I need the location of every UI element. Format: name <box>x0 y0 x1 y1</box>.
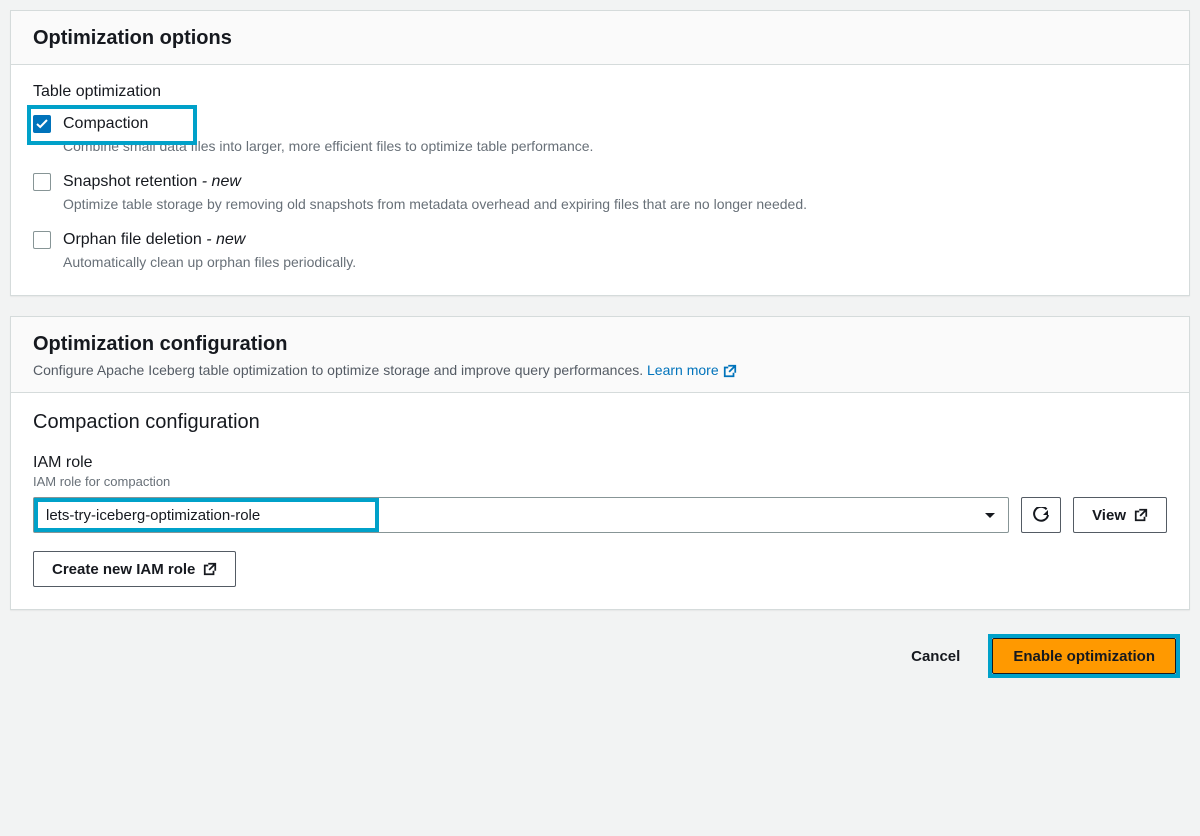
panel-header: Optimization configuration Configure Apa… <box>11 317 1189 393</box>
iam-role-label: IAM role <box>33 454 1167 472</box>
iam-role-value: lets-try-iceberg-optimization-role <box>46 507 260 524</box>
refresh-button[interactable] <box>1021 497 1061 533</box>
table-optimization-label: Table optimization <box>33 83 1167 101</box>
panel-body: Compaction configuration IAM role IAM ro… <box>11 393 1189 609</box>
create-role-label: Create new IAM role <box>52 561 195 578</box>
compaction-configuration-heading: Compaction configuration <box>33 411 1167 434</box>
option-title: Snapshot retention - new <box>63 171 1167 193</box>
checkbox-compaction[interactable] <box>33 115 51 133</box>
configuration-description-text: Configure Apache Iceberg table optimizat… <box>33 362 647 378</box>
create-role-row: Create new IAM role <box>33 551 1167 587</box>
refresh-icon <box>1033 507 1049 523</box>
panel-body: Table optimization Compaction Combine sm… <box>11 65 1189 295</box>
new-tag: - new <box>202 231 246 248</box>
option-title: Orphan file deletion - new <box>63 229 1167 251</box>
highlight-enable-optimization: Enable optimization <box>988 634 1180 678</box>
caret-down-icon <box>984 507 996 524</box>
view-label: View <box>1092 507 1126 524</box>
check-icon <box>36 119 48 129</box>
option-compaction[interactable]: Compaction Combine small data files into… <box>33 113 1167 157</box>
option-description: Optimize table storage by removing old s… <box>63 195 883 215</box>
option-label: Orphan file deletion <box>63 231 202 248</box>
optimization-options-panel: Optimization options Table optimization … <box>10 10 1190 296</box>
option-orphan-file-deletion[interactable]: Orphan file deletion - new Automatically… <box>33 229 1167 273</box>
learn-more-text: Learn more <box>647 362 719 378</box>
option-content: Orphan file deletion - new Automatically… <box>63 229 1167 273</box>
enable-optimization-button[interactable]: Enable optimization <box>992 638 1176 674</box>
new-tag: - new <box>197 173 241 190</box>
checkbox-snapshot-retention[interactable] <box>33 173 51 191</box>
iam-role-select[interactable]: lets-try-iceberg-optimization-role <box>33 497 1009 533</box>
option-label: Compaction <box>63 115 148 132</box>
cancel-button[interactable]: Cancel <box>901 640 970 673</box>
checkbox-orphan-file-deletion[interactable] <box>33 231 51 249</box>
learn-more-link[interactable]: Learn more <box>647 362 736 378</box>
configuration-description: Configure Apache Iceberg table optimizat… <box>33 362 1167 378</box>
option-snapshot-retention[interactable]: Snapshot retention - new Optimize table … <box>33 171 1167 215</box>
create-new-iam-role-button[interactable]: Create new IAM role <box>33 551 236 587</box>
external-link-icon <box>723 364 737 378</box>
option-content: Snapshot retention - new Optimize table … <box>63 171 1167 215</box>
optimization-options-title: Optimization options <box>33 27 1167 50</box>
option-description: Combine small data files into larger, mo… <box>63 137 883 157</box>
external-link-icon <box>1134 508 1148 522</box>
optimization-configuration-panel: Optimization configuration Configure Apa… <box>10 316 1190 610</box>
external-link-icon <box>203 562 217 576</box>
configuration-title: Optimization configuration <box>33 333 1167 356</box>
option-content: Compaction Combine small data files into… <box>63 113 1167 157</box>
iam-role-hint: IAM role for compaction <box>33 474 1167 489</box>
option-label: Snapshot retention <box>63 173 197 190</box>
option-description: Automatically clean up orphan files peri… <box>63 253 883 273</box>
panel-header: Optimization options <box>11 11 1189 65</box>
iam-role-row: lets-try-iceberg-optimization-role View <box>33 497 1167 533</box>
view-button[interactable]: View <box>1073 497 1167 533</box>
footer-actions: Cancel Enable optimization <box>10 630 1190 684</box>
option-title: Compaction <box>63 113 1167 135</box>
